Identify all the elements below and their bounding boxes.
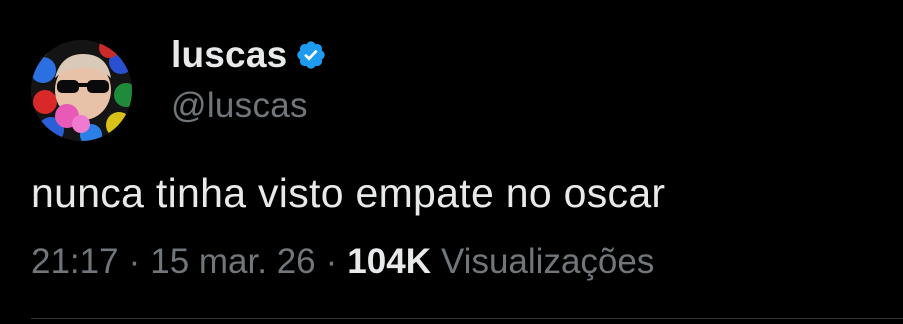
verified-badge-icon — [295, 39, 327, 71]
tweet-time[interactable]: 21:17 — [31, 242, 119, 282]
avatar[interactable] — [31, 40, 132, 141]
tweet-meta: 21:17 · 15 mar. 26 · 104K Visualizações — [31, 242, 654, 282]
author-name-row: luscas — [171, 33, 327, 77]
divider — [31, 318, 903, 319]
tweet-card: luscas @luscas nunca tinha visto empate … — [0, 0, 903, 324]
views-label[interactable]: Visualizações — [441, 242, 654, 282]
tweet-date[interactable]: 15 mar. 26 — [150, 242, 315, 282]
avatar-image — [31, 40, 132, 141]
author-handle[interactable]: @luscas — [171, 86, 308, 126]
meta-separator: · — [128, 242, 141, 281]
tweet-text: nunca tinha visto empate no oscar — [31, 170, 666, 216]
author-display-name[interactable]: luscas — [171, 34, 287, 76]
meta-separator: · — [325, 242, 338, 281]
views-count[interactable]: 104K — [347, 242, 431, 282]
